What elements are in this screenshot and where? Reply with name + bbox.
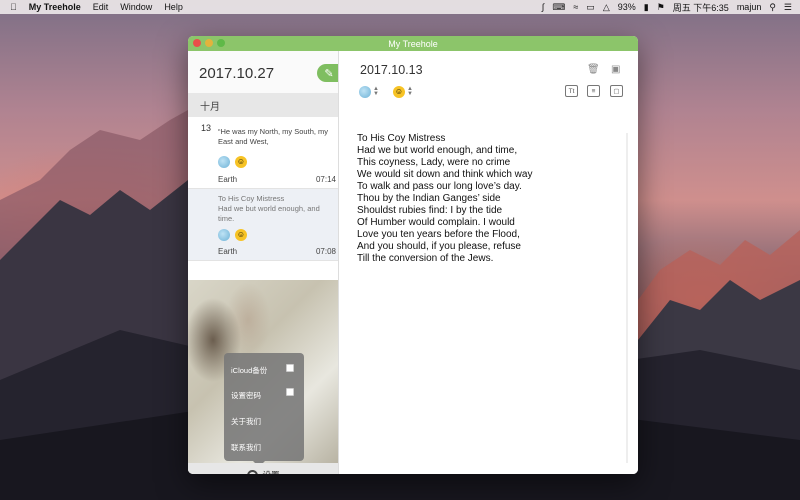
entry-day: 13 <box>201 123 212 133</box>
keyboard-icon[interactable]: ⌨ <box>552 2 565 13</box>
grin-emoji-icon: ☺ <box>235 156 247 168</box>
image-icon[interactable]: ▢ <box>610 85 623 97</box>
menu-item-contact-us[interactable]: 联系我们 <box>231 442 261 453</box>
menu-help[interactable]: Help <box>164 2 183 12</box>
tongue-emoji-icon: ☺ <box>235 229 247 241</box>
editor-panel: 2017.10.13 🗑 ▣ ▲ ▼ ☺ ▲ ▼ Tt ≡ ▢ To His Coy… <box>339 51 638 474</box>
entry-list-item[interactable]: To His Coy Mistress Had we but world eno… <box>188 189 338 261</box>
maximize-window-button[interactable] <box>217 39 225 47</box>
menu-bar:  My Treehole Edit Window Help ∫ ⌨ ≈ ▭ △… <box>0 0 800 14</box>
battery-icon[interactable]: ▮ <box>644 2 649 13</box>
font-icon[interactable]: Tt <box>565 85 578 97</box>
settings-popover: iCloud备份 设置密码 关于我们 联系我们 <box>224 353 304 467</box>
flag-icon[interactable]: ⚑ <box>657 2 665 13</box>
menu-window[interactable]: Window <box>120 2 152 12</box>
wifi-icon[interactable]: ≈ <box>573 2 578 12</box>
set-password-checkbox[interactable] <box>286 388 294 396</box>
editor-scrollbar[interactable] <box>626 133 628 463</box>
apple-icon[interactable]:  <box>10 2 17 12</box>
settings-label: 设置 <box>262 469 279 474</box>
cloudy-sun-icon <box>359 86 371 98</box>
settings-button[interactable]: 设置 <box>188 463 338 474</box>
mood-selector[interactable]: ☺ ▲ ▼ <box>392 86 413 98</box>
month-section-header: 十月 <box>188 93 338 117</box>
cloudy-sun-icon <box>218 156 230 168</box>
close-window-button[interactable] <box>193 39 201 47</box>
entry-preview: To His Coy Mistress Had we but world eno… <box>218 194 320 223</box>
stepper-icon: ▲ ▼ <box>406 86 413 97</box>
compose-button[interactable]: ✎ <box>317 64 338 82</box>
menu-item-icloud-backup[interactable]: iCloud备份 <box>231 365 267 376</box>
pencil-icon: ✎ <box>324 67 334 80</box>
text-align-icon[interactable]: ≡ <box>587 85 600 97</box>
menu-item-about-us[interactable]: 关于我们 <box>231 416 261 427</box>
entry-list-item[interactable]: 13 “He was my North, my South, my East a… <box>188 117 338 189</box>
gear-icon <box>247 469 259 474</box>
entry-date: 2017.10.13 <box>360 63 423 77</box>
title-bar[interactable]: My Treehole <box>188 36 638 51</box>
sidebar-current-date: 2017.10.27 <box>199 65 275 82</box>
volume-icon[interactable]: △ <box>603 2 610 13</box>
notification-center-icon[interactable]: ☰ <box>784 2 792 13</box>
tongue-emoji-icon: ☺ <box>392 86 405 98</box>
entry-preview: “He was my North, my South, my East and … <box>218 127 329 146</box>
save-icon[interactable]: ▣ <box>611 64 620 75</box>
stepper-icon: ▲ ▼ <box>373 86 379 97</box>
battery-percent[interactable]: 93% <box>618 2 636 12</box>
menu-clock[interactable]: 周五 下午6:35 <box>673 1 729 14</box>
app-window: My Treehole 2017.10.27 ✎ 十月 13 “He was m… <box>188 36 638 474</box>
entry-location: Earth <box>218 247 238 256</box>
sidebar: 2017.10.27 ✎ 十月 13 “He was my North, my … <box>188 51 339 474</box>
entry-time: 07:08 <box>315 247 336 256</box>
cloudy-sun-icon <box>218 229 230 241</box>
menu-user[interactable]: majun <box>737 2 762 12</box>
weather-selector[interactable]: ▲ ▼ <box>359 86 379 98</box>
entry-location: Earth <box>218 175 238 184</box>
spotlight-search-icon[interactable]: ⚲ <box>769 2 776 13</box>
entry-text-editor[interactable]: To His Coy Mistress Had we but world eno… <box>357 133 617 265</box>
menu-item-set-password[interactable]: 设置密码 <box>231 390 261 401</box>
bluetooth-icon[interactable]: ∫ <box>542 2 544 12</box>
airplay-icon[interactable]: ▭ <box>586 2 595 13</box>
menu-app-name[interactable]: My Treehole <box>29 2 81 12</box>
sidebar-header: 2017.10.27 ✎ <box>188 51 338 93</box>
entry-time: 07:14 <box>315 175 336 184</box>
window-title: My Treehole <box>388 38 438 49</box>
minimize-window-button[interactable] <box>205 39 213 47</box>
icloud-backup-checkbox[interactable] <box>286 364 294 372</box>
trash-icon[interactable]: 🗑 <box>587 64 600 75</box>
menu-edit[interactable]: Edit <box>93 2 109 12</box>
